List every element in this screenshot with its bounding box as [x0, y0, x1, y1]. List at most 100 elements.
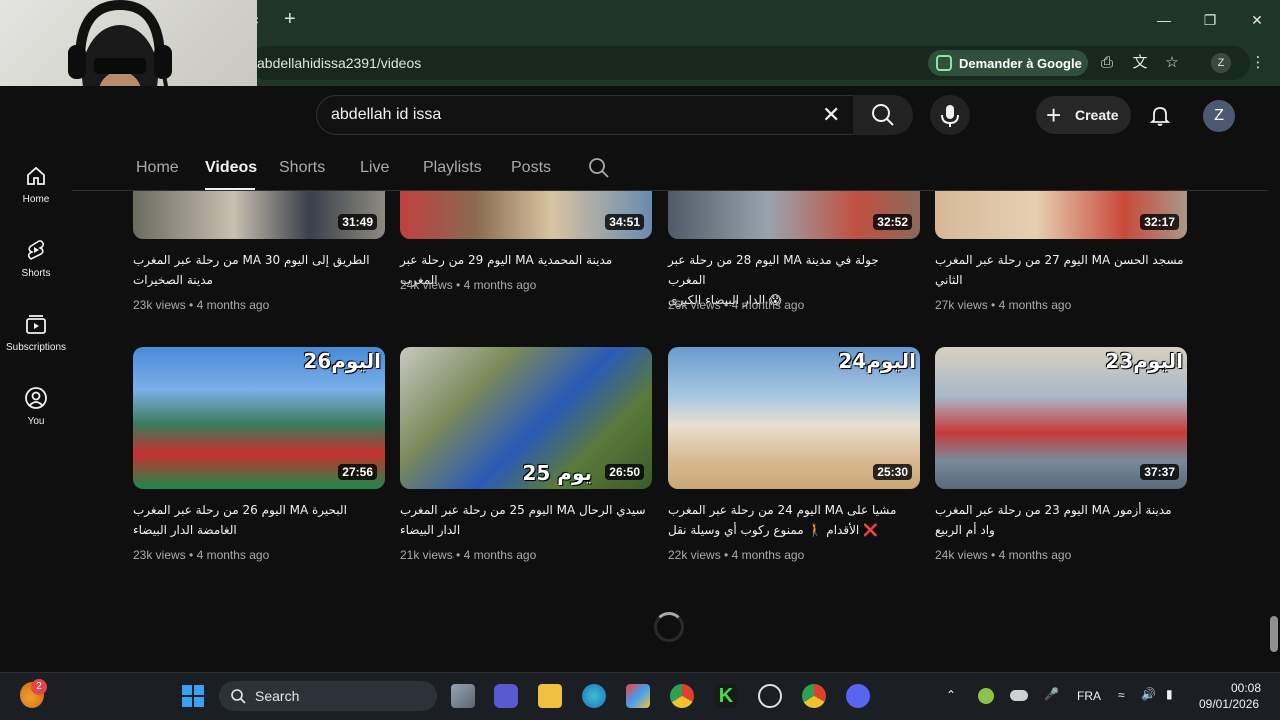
- scrollbar[interactable]: [1268, 88, 1280, 672]
- voice-search-button[interactable]: [930, 95, 970, 135]
- duration-badge: 37:37: [1140, 464, 1179, 480]
- clock-time[interactable]: 00:08: [1231, 681, 1261, 695]
- tray-app-icon[interactable]: [978, 688, 994, 704]
- install-app-icon[interactable]: ⎙: [1097, 53, 1117, 73]
- tab-posts[interactable]: Posts: [511, 159, 551, 177]
- video-title[interactable]: مسجد الحسن MA اليوم 27 من رحلة عبر المغر…: [935, 250, 1187, 290]
- taskbar-search-icon: [231, 689, 246, 704]
- video-title[interactable]: سيدي الرحال MA اليوم 25 من رحلة عبر المغ…: [400, 500, 652, 540]
- nav-home-label: Home: [22, 194, 50, 205]
- video-meta: 23k views • 4 months ago: [133, 298, 270, 312]
- translate-icon[interactable]: 文: [1130, 53, 1150, 73]
- video-meta: 21k views • 4 months ago: [400, 548, 537, 562]
- bookmark-star-icon[interactable]: ☆: [1162, 53, 1182, 73]
- nav-shorts-label: Shorts: [21, 268, 51, 279]
- video-thumbnail[interactable]: 25 يوم 26:50: [400, 347, 652, 489]
- clear-search-icon[interactable]: ✕: [822, 102, 840, 128]
- duration-badge: 32:17: [1140, 214, 1179, 230]
- video-title[interactable]: مدينة أزمور MA اليوم 23 من رحلة عبر المغ…: [935, 500, 1187, 540]
- video-title[interactable]: مشيا على MA اليوم 24 من رحلة عبر المغرب ❌…: [668, 500, 920, 540]
- account-avatar[interactable]: Z: [1203, 100, 1235, 132]
- home-icon: [27, 166, 45, 185]
- nav-subscriptions[interactable]: Subscriptions: [0, 312, 72, 353]
- obs-icon[interactable]: [758, 684, 782, 708]
- browser-profile-icon[interactable]: Z: [1211, 53, 1231, 73]
- video-title[interactable]: الطريق إلى اليوم 30 MA من رحلة عبر المغر…: [133, 250, 385, 290]
- loading-spinner: [654, 612, 684, 642]
- nav-home[interactable]: Home: [0, 164, 72, 205]
- taskbar-search-box[interactable]: [219, 681, 437, 711]
- video-meta: 26k views • 4 months ago: [668, 298, 805, 312]
- tab-live[interactable]: Live: [360, 159, 389, 177]
- search-query-text[interactable]: abdellah id issa: [331, 106, 441, 124]
- tab-home[interactable]: Home: [136, 159, 179, 177]
- video-thumbnail[interactable]: 32:17: [935, 191, 1187, 239]
- notifications-bell-icon[interactable]: [1148, 103, 1172, 127]
- video-meta: 22k views • 4 months ago: [668, 548, 805, 562]
- discord-icon[interactable]: [846, 684, 870, 708]
- browser-menu-icon[interactable]: ⋮: [1248, 53, 1268, 73]
- scrollbar-thumb[interactable]: [1270, 616, 1278, 652]
- chrome-profile-icon[interactable]: [802, 684, 826, 708]
- duration-badge: 34:51: [605, 214, 644, 230]
- window-close-button[interactable]: ✕: [1234, 6, 1280, 34]
- video-thumbnail[interactable]: 32:52: [668, 191, 920, 239]
- duration-badge: 26:50: [605, 464, 644, 480]
- nav-you-label: You: [27, 416, 45, 427]
- video-thumbnail[interactable]: اليوم24 25:30: [668, 347, 920, 489]
- video-thumbnail[interactable]: اليوم23 37:37: [935, 347, 1187, 489]
- maximize-button[interactable]: ❐: [1187, 6, 1233, 34]
- day-badge: اليوم23: [1105, 349, 1183, 373]
- task-view-icon[interactable]: [451, 684, 475, 708]
- search-button[interactable]: [853, 95, 913, 135]
- tray-microphone-icon[interactable]: 🎤: [1044, 687, 1059, 701]
- video-meta: 24k views • 4 months ago: [935, 548, 1072, 562]
- shorts-icon: [27, 240, 45, 260]
- duration-badge: 25:30: [873, 464, 912, 480]
- store-icon[interactable]: [626, 684, 650, 708]
- day-badge: اليوم26: [303, 349, 381, 373]
- video-meta: 27k views • 4 months ago: [935, 298, 1072, 312]
- wifi-icon[interactable]: ≈: [1118, 688, 1125, 702]
- search-icon: [872, 104, 894, 126]
- plus-icon: +: [1046, 100, 1062, 130]
- windows-start-icon[interactable]: [181, 684, 205, 708]
- lens-icon: [936, 55, 952, 71]
- tab-shorts[interactable]: Shorts: [279, 159, 325, 177]
- video-meta: 24k views • 4 months ago: [400, 278, 537, 292]
- duration-badge: 31:49: [338, 214, 377, 230]
- duration-badge: 32:52: [873, 214, 912, 230]
- tab-videos[interactable]: Videos: [205, 159, 257, 177]
- notification-count-badge: 2: [31, 679, 47, 695]
- video-meta: 23k views • 4 months ago: [133, 548, 270, 562]
- nav-subscriptions-label: Subscriptions: [5, 342, 67, 353]
- clock-date[interactable]: 09/01/2026: [1199, 697, 1259, 711]
- url-text[interactable]: abdellahidissa2391/videos: [257, 55, 421, 71]
- video-title[interactable]: البحيرة MA اليوم 26 من رحلة عبر المغرب ال…: [133, 500, 385, 540]
- kick-icon[interactable]: K: [714, 684, 738, 708]
- ask-google-label[interactable]: Demander à Google: [959, 56, 1082, 71]
- onedrive-icon[interactable]: [1010, 690, 1028, 701]
- volume-icon[interactable]: 🔊: [1141, 687, 1156, 701]
- channel-search-icon[interactable]: [588, 157, 610, 179]
- create-label[interactable]: Create: [1075, 107, 1119, 123]
- video-thumbnail[interactable]: اليوم26 27:56: [133, 347, 385, 489]
- video-thumbnail[interactable]: 34:51: [400, 191, 652, 239]
- video-thumbnail[interactable]: 31:49: [133, 191, 385, 239]
- chrome-icon[interactable]: [670, 684, 694, 708]
- tab-playlists[interactable]: Playlists: [423, 159, 482, 177]
- input-language[interactable]: FRA: [1077, 689, 1101, 703]
- file-explorer-icon[interactable]: [538, 684, 562, 708]
- battery-icon[interactable]: ▮: [1166, 687, 1173, 701]
- minimize-button[interactable]: —: [1141, 6, 1187, 34]
- tray-overflow-chevron-icon[interactable]: ⌃: [946, 688, 956, 702]
- nav-shorts[interactable]: Shorts: [0, 238, 72, 279]
- nav-you[interactable]: You: [0, 386, 72, 427]
- teams-icon[interactable]: [494, 684, 518, 708]
- edge-icon[interactable]: [582, 684, 606, 708]
- microphone-icon: [941, 105, 959, 127]
- subscriptions-icon: [26, 315, 46, 334]
- day-badge: اليوم24: [838, 349, 916, 373]
- taskbar-search-label[interactable]: Search: [255, 688, 299, 704]
- new-tab-button[interactable]: +: [284, 8, 296, 31]
